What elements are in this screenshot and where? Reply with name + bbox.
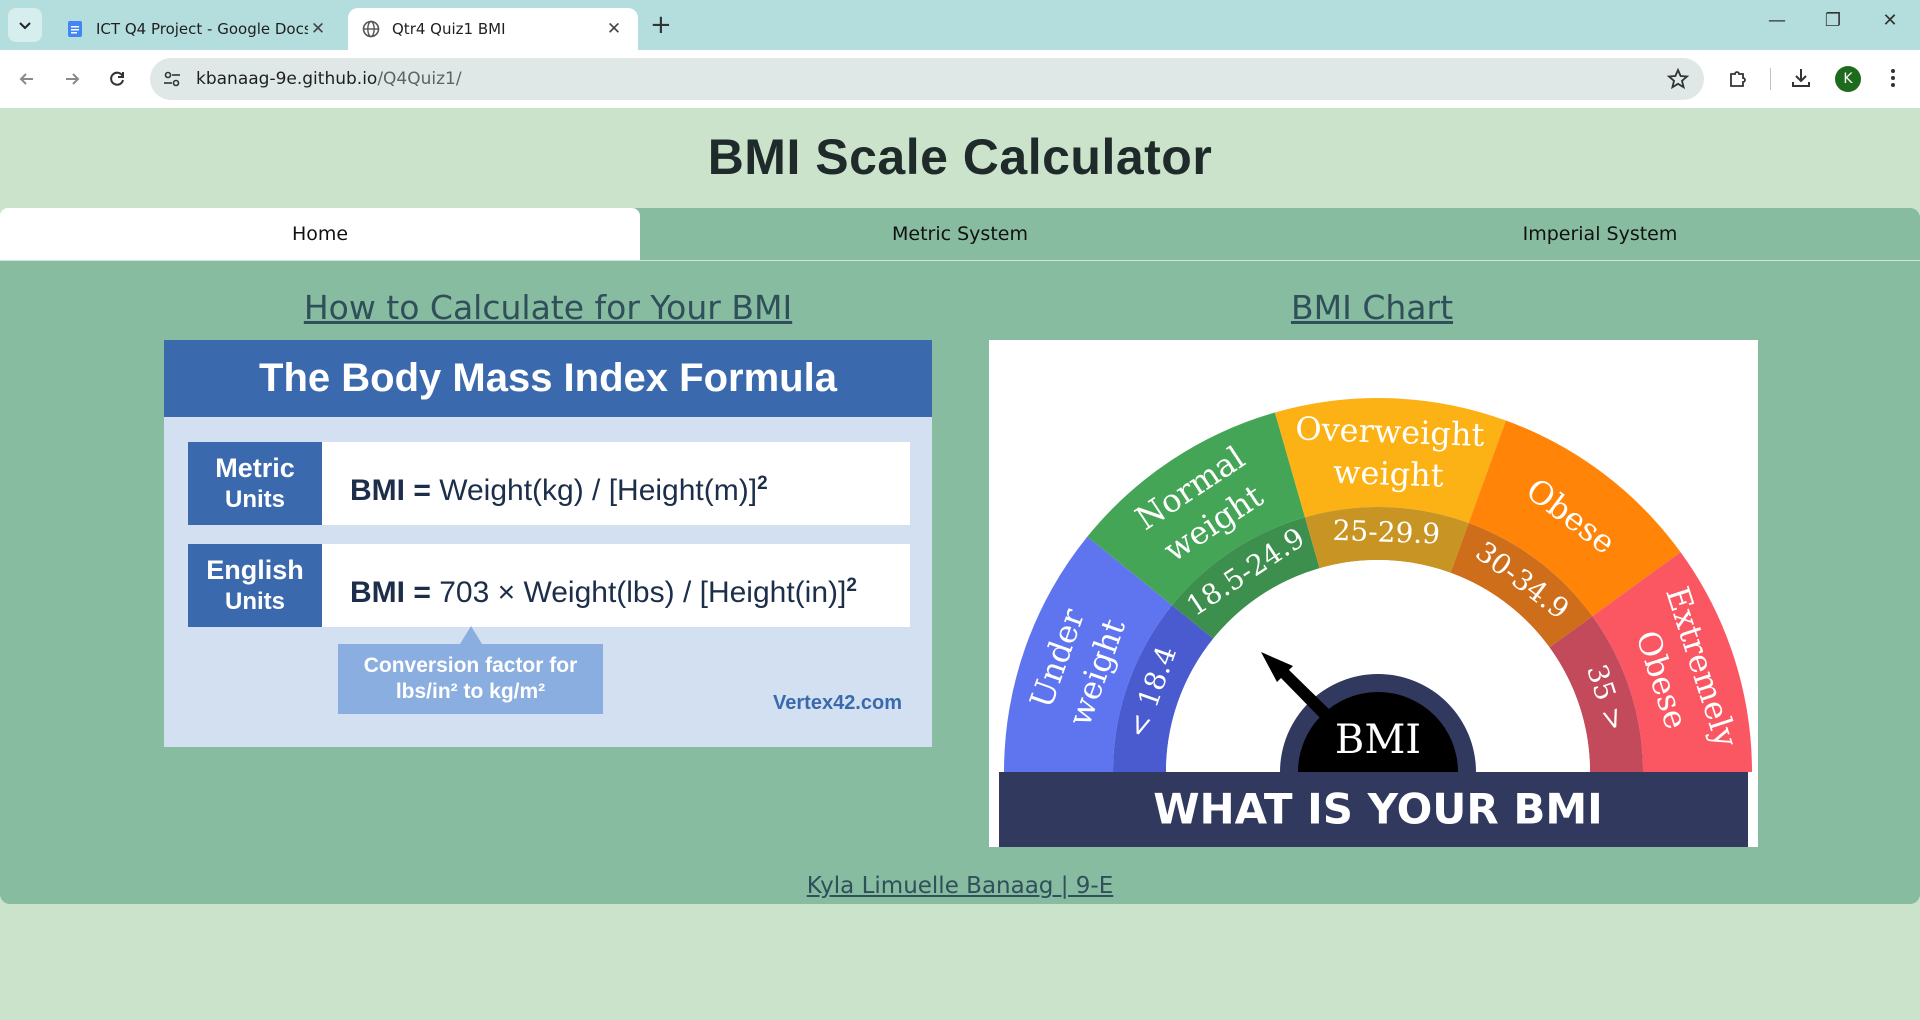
tab-search-button[interactable]: [8, 8, 42, 42]
vertex42-credit: Vertex42.com: [773, 692, 902, 714]
english-exponent: 2: [846, 575, 857, 596]
toolbar-divider: [1770, 68, 1771, 90]
category-label-3-line1: Overweight: [1295, 409, 1485, 454]
reload-icon: [110, 71, 124, 86]
metric-formula-text: Weight(kg) / [Height(m)]: [439, 474, 758, 507]
note-line1: Conversion factor for: [363, 654, 578, 677]
close-tab-icon[interactable]: ✕: [308, 19, 328, 39]
chart-heading: BMI Chart: [1290, 288, 1454, 327]
site-nav: Home Metric System Imperial System: [0, 208, 1920, 261]
new-tab-button[interactable]: +: [650, 12, 672, 38]
note-pointer: [460, 626, 482, 644]
formula-title: The Body Mass Index Formula: [164, 340, 932, 417]
browser-tab-google-docs[interactable]: ICT Q4 Project - Google Docs ✕: [52, 8, 342, 50]
banner-text: WHAT IS YOUR BMI: [1153, 785, 1603, 834]
nav-tab-home[interactable]: Home: [0, 208, 640, 260]
page-title: BMI Scale Calculator: [707, 129, 1213, 185]
metric-equation: BMI = Weight(kg) / [Height(m)]2: [350, 442, 768, 525]
back-button[interactable]: [14, 66, 40, 92]
conversion-note: Conversion factor for lbs/in² to kg/m²: [338, 644, 603, 714]
tab-title: ICT Q4 Project - Google Docs: [96, 20, 308, 38]
globe-icon: [362, 20, 380, 38]
english-formula-row: English Units BMI = 703 × Weight(lbs) / …: [188, 544, 910, 627]
url-text: kbanaag-9e.github.io/Q4Quiz1/: [196, 69, 462, 89]
range-label-3: 25-29.9: [1332, 514, 1441, 551]
dial-bmi-label: BMI: [1335, 717, 1421, 763]
google-docs-icon: [68, 21, 82, 37]
metric-label-line1: Metric: [215, 452, 295, 483]
category-label-3-line2: weight: [1333, 453, 1445, 495]
nav-tab-metric[interactable]: Metric System: [640, 208, 1280, 260]
note-line2: lbs/in² to kg/m²: [395, 680, 546, 703]
extensions-icon[interactable]: [1726, 66, 1750, 90]
metric-label-line2: Units: [225, 485, 285, 513]
tab-title: Qtr4 Quiz1 BMI: [392, 20, 506, 38]
main-panel: Home Metric System Imperial System How t…: [0, 208, 1920, 904]
english-equation: BMI = 703 × Weight(lbs) / [Height(in)]2: [350, 544, 857, 627]
metric-formula-row: Metric Units BMI = Weight(kg) / [Height(…: [188, 442, 910, 525]
chevron-down-icon: [19, 22, 31, 30]
english-bmi-equals: BMI =: [350, 576, 431, 609]
metric-exponent: 2: [757, 473, 768, 494]
site-info-icon[interactable]: [162, 69, 182, 89]
browser-tab-bmi[interactable]: Qtr4 Quiz1 BMI ✕: [348, 8, 638, 50]
author-footer-link[interactable]: Kyla Limuelle Banaag | 9-E: [0, 873, 1920, 899]
english-units-label: English Units: [188, 544, 322, 627]
english-label-line2: Units: [225, 587, 285, 615]
reload-button[interactable]: [104, 66, 130, 92]
nav-tab-imperial[interactable]: Imperial System: [1280, 208, 1920, 260]
bmi-formula-image: The Body Mass Index Formula Metric Units…: [164, 340, 932, 747]
metric-units-label: Metric Units: [188, 442, 322, 525]
restore-icon[interactable]: ❐: [1818, 10, 1848, 31]
close-tab-icon[interactable]: ✕: [604, 19, 624, 39]
bmi-chart-image: < 18.4 Under weight 18.5-24.9 Normal weight 25…: [989, 340, 1758, 847]
metric-bmi-equals: BMI =: [350, 474, 431, 507]
address-bar[interactable]: kbanaag-9e.github.io/Q4Quiz1/: [150, 58, 1704, 100]
more-menu-icon[interactable]: [1881, 66, 1905, 90]
english-label-line1: English: [206, 554, 304, 585]
english-formula-text: 703 × Weight(lbs) / [Height(in)]: [439, 576, 847, 609]
browser-toolbar: kbanaag-9e.github.io/Q4Quiz1/ K: [0, 50, 1920, 108]
browser-tab-bar: ICT Q4 Project - Google Docs ✕ Qtr4 Quiz…: [0, 0, 1920, 50]
profile-avatar[interactable]: K: [1835, 66, 1861, 92]
bookmark-star-icon[interactable]: [1666, 67, 1690, 91]
bmi-gauge: < 18.4Underweight18.5-24.9Normalweight 25…: [999, 398, 1752, 847]
arrow-right-icon: [66, 73, 80, 85]
minimize-icon[interactable]: —: [1762, 10, 1792, 31]
formula-heading: How to Calculate for Your BMI: [303, 288, 793, 327]
download-icon[interactable]: [1789, 66, 1813, 90]
arrow-left-icon: [19, 73, 33, 85]
url-host: kbanaag-9e.github.io: [196, 69, 378, 89]
forward-button[interactable]: [59, 66, 85, 92]
url-path: /Q4Quiz1/: [377, 69, 462, 89]
window-close-icon[interactable]: ✕: [1875, 10, 1905, 31]
